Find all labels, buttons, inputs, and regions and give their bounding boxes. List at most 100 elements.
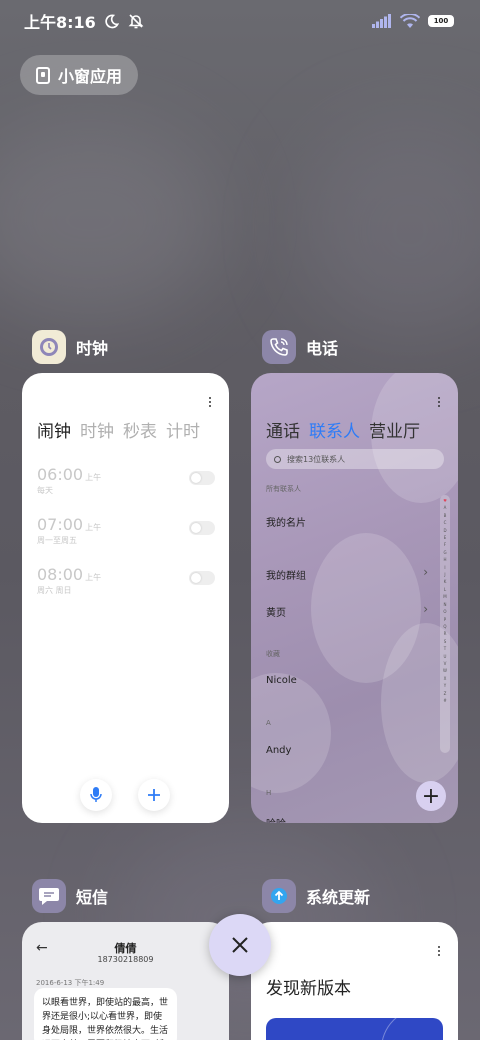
conversation-contact-name: 倩倩 [114,942,137,955]
alarm-repeat: 周一至周五 [37,536,77,545]
alarm-repeat: 周六 周日 [37,586,72,595]
contact-item[interactable]: Andy [266,745,291,756]
phone-tabs: 通话 联系人 营业厅 [266,417,420,442]
alarm-toggle[interactable] [189,571,215,585]
alphabet-index-bar[interactable]: ♥ A B C D E F G H I J K L M N O P Q R S T U V W X Y Z # [440,495,450,753]
conversation-contact-number: 18730218809 [97,955,154,964]
add-alarm-button[interactable] [138,779,170,811]
index-letter[interactable]: M [443,593,446,600]
index-letter[interactable]: O [443,608,446,615]
alarm-item[interactable]: 07:00 上午 周一至周五 [37,515,215,549]
tab-clock[interactable]: 时钟 [80,417,114,442]
alarm-ampm: 上午 [85,523,102,532]
index-letter[interactable]: E [444,534,447,541]
add-contact-button[interactable]: + [416,781,446,811]
phone-app-name: 电话 [306,339,339,358]
clock-tabs: 闹钟 时钟 秒表 计时 [37,417,200,442]
update-app-name: 系统更新 [306,888,371,907]
tab-calls[interactable]: 通话 [266,417,300,442]
signal-icon [372,14,391,28]
wifi-icon [400,13,420,28]
section-favorites: 收藏 [266,650,280,658]
tab-service-hall[interactable]: 营业厅 [369,417,420,442]
index-letter[interactable]: ♥ [443,497,447,504]
alarm-ampm: 上午 [85,473,102,482]
index-letter[interactable]: R [444,630,447,637]
my-card[interactable]: 我的名片 [266,514,306,529]
index-letter[interactable]: P [444,616,446,623]
battery-icon: 100 [428,15,454,27]
new-version-title: 发现新版本 [266,979,351,999]
moon-icon [105,14,119,28]
index-letter[interactable]: H [443,556,446,563]
more-options-icon[interactable] [438,397,442,407]
more-options-icon[interactable] [209,397,213,407]
index-letter[interactable]: B [444,512,447,519]
alarm-toggle[interactable] [189,521,215,535]
more-options-icon[interactable] [438,946,442,956]
index-letter[interactable]: Y [444,682,446,689]
sms-app-card[interactable]: ← 倩倩 18730218809 2016-6-13 下午1:49 以眼看世界，… [22,922,229,1040]
search-placeholder: 搜索13位联系人 [287,454,346,464]
tab-alarm[interactable]: 闹钟 [37,417,71,442]
index-letter[interactable]: K [444,578,447,585]
update-app-card[interactable]: 发现新版本 [251,922,458,1040]
contact-item[interactable]: Nicole [266,675,297,686]
small-window-icon [36,66,50,84]
update-app-icon [262,879,296,913]
clock-app-card[interactable]: 闹钟 时钟 秒表 计时 06:00 上午 每天 07:00 上午 周一至周五 08:… [22,373,229,823]
index-letter[interactable]: I [444,564,445,571]
clock-app-icon [32,330,66,364]
index-letter[interactable]: W [443,667,447,674]
alarm-toggle[interactable] [189,471,215,485]
clear-all-button[interactable] [209,914,271,976]
index-letter[interactable]: L [444,586,446,593]
index-letter[interactable]: J [444,571,445,578]
index-letter[interactable]: X [444,675,447,682]
chevron-right-icon: › [423,565,428,579]
clock-app-name: 时钟 [76,339,109,358]
message-bubble: 以眼看世界，即使站的最高，世界还是很小;以心看世界，即使身处局限，世界依然很大。… [34,988,177,1040]
tab-timer[interactable]: 计时 [166,417,200,442]
index-letter[interactable]: C [444,519,447,526]
index-letter[interactable]: V [444,660,447,667]
update-banner [266,1018,443,1040]
index-letter[interactable]: Q [443,623,446,630]
clock-app-header[interactable]: 时钟 [32,330,108,364]
voice-alarm-button[interactable] [80,779,112,811]
alarm-item[interactable]: 08:00 上午 周六 周日 [37,565,215,599]
contact-item[interactable]: 哈哈 [266,815,286,823]
index-letter[interactable]: S [444,638,447,645]
phone-app-card[interactable]: 通话 联系人 营业厅 搜索13位联系人 所有联系人 我的名片 我的群组 › 黄页… [251,373,458,823]
index-letter[interactable]: U [444,653,447,660]
close-icon [232,937,248,953]
index-letter[interactable]: F [444,541,446,548]
phone-app-header[interactable]: 电话 [262,330,338,364]
sms-app-icon [32,879,66,913]
index-letter[interactable]: N [444,601,447,608]
index-letter[interactable]: G [443,549,446,556]
index-letter[interactable]: T [444,645,446,652]
alarm-repeat: 每天 [37,486,53,495]
index-letter[interactable]: D [443,527,446,534]
small-window-apps-button[interactable]: 小窗应用 [20,55,138,95]
my-groups[interactable]: 我的群组 [266,567,306,582]
alarm-time: 06:00 [37,465,84,484]
index-letter[interactable]: # [443,697,446,704]
alarm-item[interactable]: 06:00 上午 每天 [37,465,215,499]
index-letter[interactable]: Z [444,690,447,697]
sms-app-header[interactable]: 短信 [32,879,108,913]
message-date: 2016-6-13 下午1:49 [36,979,105,987]
yellow-pages[interactable]: 黄页 [266,604,286,619]
update-app-header[interactable]: 系统更新 [262,879,370,913]
alarm-ampm: 上午 [85,573,102,582]
contact-search-input[interactable]: 搜索13位联系人 [266,449,444,469]
tab-contacts[interactable]: 联系人 [309,417,360,442]
status-bar: 上午8:16 100 [24,8,454,34]
index-letter[interactable]: A [444,504,447,511]
plus-icon [148,789,160,801]
all-contacts-filter[interactable]: 所有联系人 [266,484,301,494]
section-a: A [266,719,271,727]
tab-stopwatch[interactable]: 秒表 [123,417,157,442]
sms-app-name: 短信 [76,888,109,907]
